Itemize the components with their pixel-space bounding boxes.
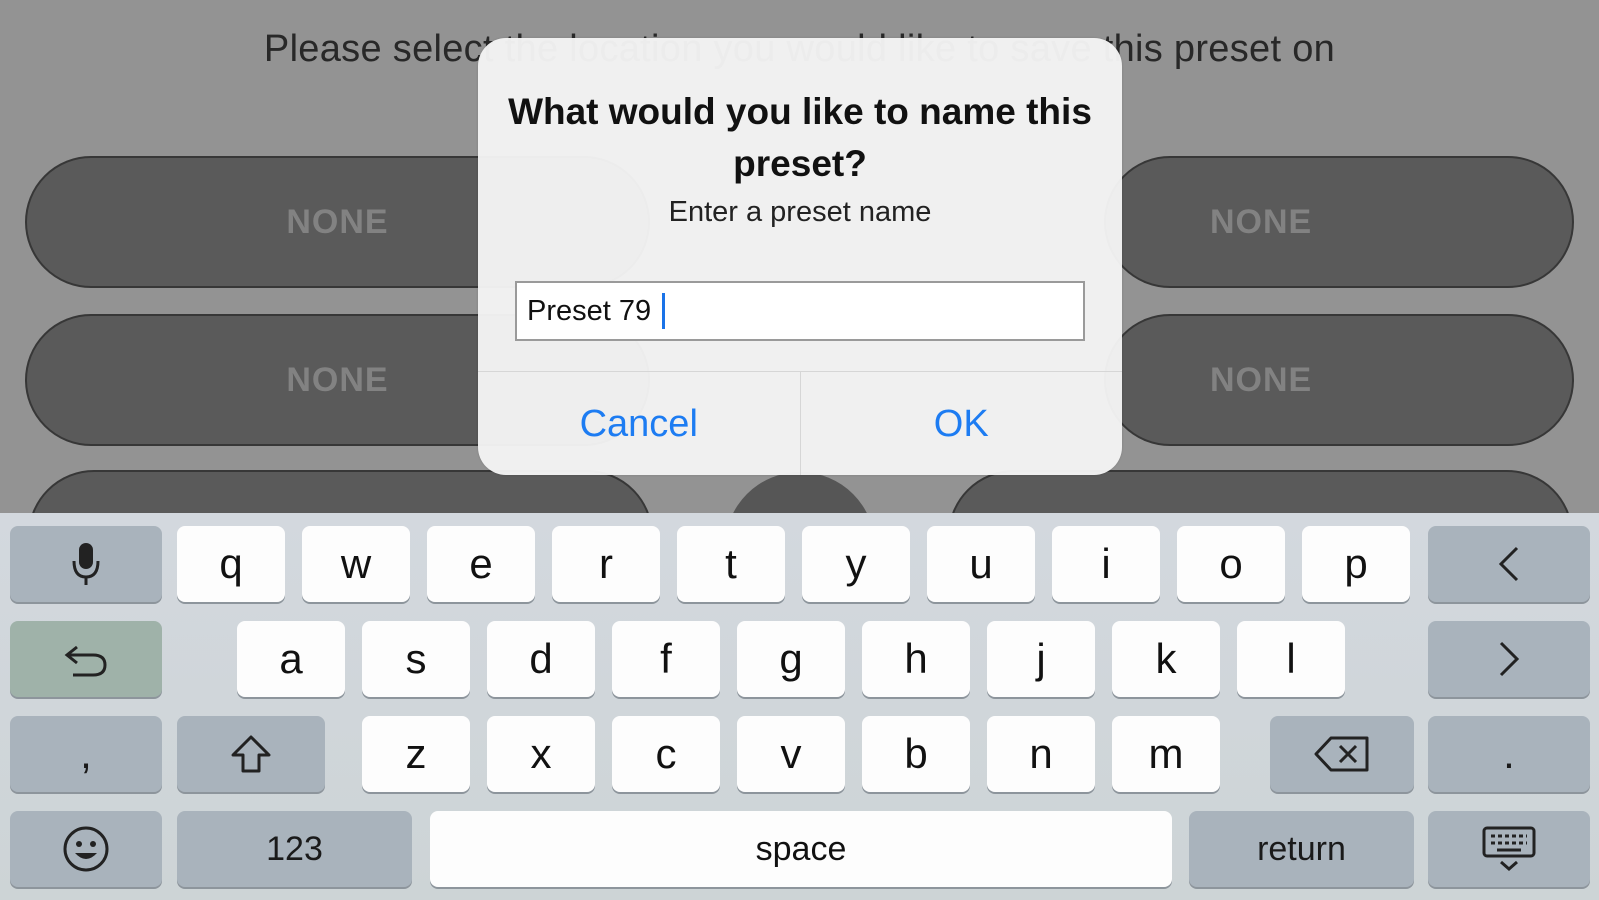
shift-icon (231, 735, 271, 773)
keyboard-dismiss-icon (1482, 826, 1536, 871)
dialog-message: Enter a preset name (668, 196, 932, 228)
backspace-key[interactable] (1270, 716, 1414, 792)
key-a[interactable]: a (237, 621, 345, 697)
emoji-key[interactable] (10, 811, 162, 887)
key-t[interactable]: t (677, 526, 785, 602)
dialog-buttons: Cancel OK (478, 371, 1122, 475)
chevron-right-icon (1499, 641, 1520, 677)
space-key[interactable]: space (430, 811, 1172, 887)
preset-name-input[interactable] (515, 281, 1085, 341)
microphone-icon (72, 543, 100, 585)
cursor-right-key[interactable] (1428, 621, 1590, 697)
shift-key[interactable] (177, 716, 325, 792)
undo-icon (64, 645, 107, 677)
ok-button[interactable]: OK (801, 372, 1123, 475)
key-s[interactable]: s (362, 621, 470, 697)
key-x[interactable]: x (487, 716, 595, 792)
key-c[interactable]: c (612, 716, 720, 792)
key-v[interactable]: v (737, 716, 845, 792)
key-f[interactable]: f (612, 621, 720, 697)
return-key[interactable]: return (1189, 811, 1414, 887)
key-r[interactable]: r (552, 526, 660, 602)
name-preset-dialog: What would you like to name this preset?… (478, 38, 1122, 475)
onscreen-keyboard: q w e r t y u i o p a s d f g h j k l , … (0, 513, 1599, 900)
dictation-key[interactable] (10, 526, 162, 602)
undo-key[interactable] (10, 621, 162, 697)
key-m[interactable]: m (1112, 716, 1220, 792)
numbers-key[interactable]: 123 (177, 811, 412, 887)
cancel-button[interactable]: Cancel (478, 372, 801, 475)
key-q[interactable]: q (177, 526, 285, 602)
key-e[interactable]: e (427, 526, 535, 602)
period-key[interactable]: . (1428, 716, 1590, 792)
key-k[interactable]: k (1112, 621, 1220, 697)
key-h[interactable]: h (862, 621, 970, 697)
key-i[interactable]: i (1052, 526, 1160, 602)
key-l[interactable]: l (1237, 621, 1345, 697)
key-y[interactable]: y (802, 526, 910, 602)
key-j[interactable]: j (987, 621, 1095, 697)
text-caret (662, 293, 665, 329)
key-b[interactable]: b (862, 716, 970, 792)
cursor-left-key[interactable] (1428, 526, 1590, 602)
key-z[interactable]: z (362, 716, 470, 792)
key-o[interactable]: o (1177, 526, 1285, 602)
key-d[interactable]: d (487, 621, 595, 697)
key-g[interactable]: g (737, 621, 845, 697)
comma-key[interactable]: , (10, 716, 162, 792)
key-w[interactable]: w (302, 526, 410, 602)
dialog-title: What would you like to name this preset? (508, 91, 1092, 184)
dismiss-keyboard-key[interactable] (1428, 811, 1590, 887)
key-n[interactable]: n (987, 716, 1095, 792)
emoji-icon (63, 826, 109, 872)
chevron-left-icon (1498, 546, 1519, 582)
key-p[interactable]: p (1302, 526, 1410, 602)
backspace-icon (1314, 736, 1369, 772)
key-u[interactable]: u (927, 526, 1035, 602)
